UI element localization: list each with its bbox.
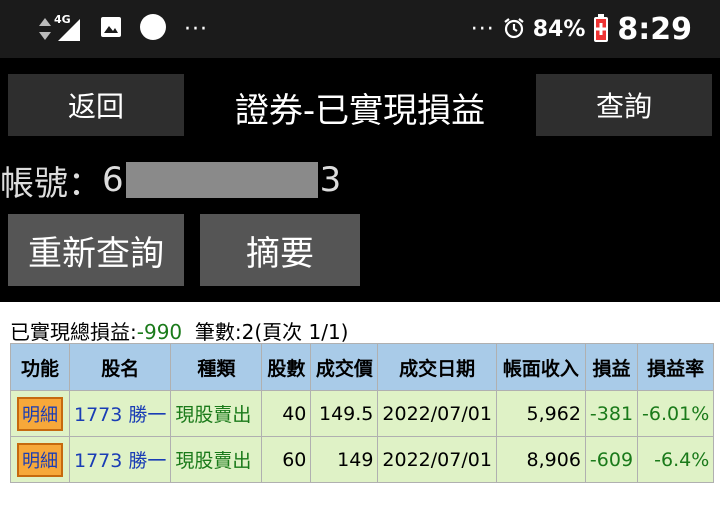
shares: 60 [261,436,312,483]
col-header-rate: 損益率 [637,343,715,391]
battery-percent: 84% [532,17,586,42]
table-row: 明細 1773 勝一 現股賣出 60 149 2022/07/01 8,906 … [10,436,715,483]
pnl: -609 [584,436,639,483]
trade-type: 現股賣出 [170,436,263,483]
total-pnl-label: 已實現總損益: [10,320,137,344]
stock-name-link[interactable]: 1773 勝一 [68,390,172,437]
table-row: 明細 1773 勝一 現股賣出 40 149.5 2022/07/01 5,96… [10,390,715,437]
results-panel: 已實現總損益:-990 筆數:2(頁次 1/1) 功能 股名 種類 股數 成交價… [0,302,720,512]
price: 149 [310,436,379,483]
stock-name-link[interactable]: 1773 勝一 [68,436,172,483]
shares: 40 [261,390,312,437]
query-button[interactable]: 查詢 [536,74,712,136]
col-header-function: 功能 [10,343,70,391]
col-header-stock: 股名 [68,343,172,391]
more-notifications-icon: ··· [184,16,208,42]
battery-charging-icon [593,13,609,46]
image-icon [100,16,122,42]
pnl-rate: -6.01% [637,390,715,437]
account-number-suffix: 3 [319,160,342,200]
income: 5,962 [495,390,586,437]
col-header-type: 種類 [170,343,263,391]
circle-icon [140,14,166,44]
alarm-icon [503,17,525,43]
summary-button[interactable]: 摘要 [200,214,360,286]
function-cell: 明細 [10,390,70,437]
page-title: 證券-已實現損益 [234,90,486,131]
col-header-price: 成交價 [310,343,379,391]
back-button[interactable]: 返回 [8,74,184,136]
requery-button[interactable]: 重新查詢 [8,214,184,286]
col-header-shares: 股數 [261,343,312,391]
account-number-prefix: 6 [102,160,124,200]
price: 149.5 [310,390,379,437]
pnl-table: 功能 股名 種類 股數 成交價 成交日期 帳面收入 損益 損益率 明細 1773… [10,343,715,483]
col-header-date: 成交日期 [377,343,497,391]
trade-type: 現股賣出 [170,390,263,437]
trade-date: 2022/07/01 [377,390,497,437]
income: 8,906 [495,436,586,483]
trade-date: 2022/07/01 [377,436,497,483]
table-header-row: 功能 股名 種類 股數 成交價 成交日期 帳面收入 損益 損益率 [10,343,715,391]
more-status-icon: ··· [470,17,495,42]
status-bar: 4G ··· ··· 84% 8:29 [0,0,720,58]
clock: 8:29 [617,12,692,47]
signal-icon: 4G [38,13,82,41]
col-header-pnl: 損益 [584,343,639,391]
pnl: -381 [584,390,639,437]
detail-button[interactable]: 明細 [17,396,63,431]
total-pnl-value: -990 [136,320,183,344]
account-number-mask [125,162,318,198]
pnl-rate: -6.4% [637,436,715,483]
account-label: 帳號： [0,163,102,204]
function-cell: 明細 [10,436,70,483]
account-row: 帳號： 6 3 [0,157,342,204]
summary-line: 已實現總損益:-990 筆數:2(頁次 1/1) [10,316,348,345]
col-header-income: 帳面收入 [495,343,586,391]
record-count: 筆數:2(頁次 1/1) [194,320,349,344]
detail-button[interactable]: 明細 [17,442,63,477]
